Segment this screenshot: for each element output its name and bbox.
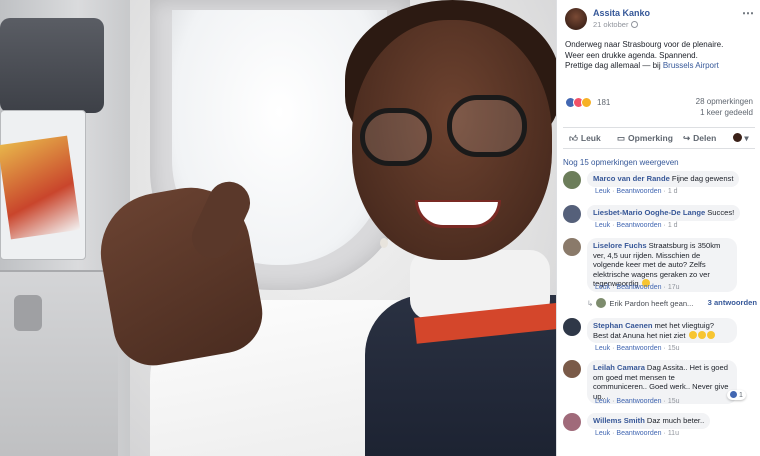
commenter-avatar[interactable] <box>563 171 581 189</box>
comment-time[interactable]: 17u <box>668 284 680 291</box>
like-button-label: Leuk <box>580 133 601 143</box>
commenter-avatar[interactable] <box>563 318 581 336</box>
post-date-text[interactable]: 21 oktober <box>593 20 628 29</box>
comment-bubble: Willems Smith Daz much beter.. <box>587 413 711 429</box>
comments-count[interactable]: 28 opmerkingen <box>696 97 753 106</box>
thumbs-up-icon: 👍︎ <box>569 133 578 143</box>
author-avatar[interactable] <box>565 8 587 30</box>
comment-bubble: Liesbet-Mario Ooghe-De Lange Succes! <box>587 205 741 221</box>
commenter-avatar[interactable] <box>563 360 581 378</box>
like-button[interactable]: 👍︎ Leuk <box>569 133 601 144</box>
comment-time[interactable]: 15u <box>668 398 680 405</box>
post-date[interactable]: 21 oktober <box>593 20 639 29</box>
comment-bubble: Marco van der Rande Fijne dag gewenst <box>587 171 740 187</box>
action-bar: 👍︎ Leuk ▭ Opmerking ↪ Delen ▾ <box>563 127 755 149</box>
laugh-emoji-icon <box>697 330 706 339</box>
comment-meta: Leuk · Beantwoorden · 17u <box>595 284 680 291</box>
view-more-comments-link[interactable]: Nog 15 opmerkingen weergeven <box>563 158 679 167</box>
comment-time[interactable]: 1 d <box>668 188 678 195</box>
comment-text: Daz much beter.. <box>646 416 705 425</box>
user-mini-avatar <box>733 133 742 142</box>
comment-reactions[interactable]: 1 <box>727 390 746 400</box>
post-photo[interactable] <box>0 0 556 456</box>
replier-name[interactable]: Erik Pardon heeft gean... <box>609 299 693 308</box>
comment-time[interactable]: 1 d <box>668 222 678 229</box>
commenter-name[interactable]: Willems Smith <box>593 416 645 425</box>
commenter-avatar[interactable] <box>563 413 581 431</box>
haha-icon <box>581 97 592 108</box>
comment-reply-link[interactable]: Beantwoorden <box>616 222 661 229</box>
comment-like-link[interactable]: Leuk <box>595 430 610 437</box>
replier-avatar <box>596 298 607 308</box>
comment-icon: ▭ <box>617 133 626 143</box>
post-text: Onderweg naar Strasbourg voor de plenair… <box>565 40 755 72</box>
comment-meta: Leuk · Beantwoorden · 15u <box>595 398 680 405</box>
comment-meta: Leuk · Beantwoorden · 1 d <box>595 222 678 229</box>
comment-text: Succes! <box>707 208 735 217</box>
comment-reply-link[interactable]: Beantwoorden <box>616 398 661 405</box>
post-text-line: Weer een drukke agenda. Spannend. <box>565 50 698 60</box>
replies-preview[interactable]: ↳ Erik Pardon heeft gean... 3 antwoorden <box>587 298 757 308</box>
commenter-name[interactable]: Leilah Camara <box>593 363 645 372</box>
laugh-emoji-icon <box>688 330 697 339</box>
commenter-avatar[interactable] <box>563 205 581 223</box>
tray-latch <box>14 295 42 331</box>
comment-button[interactable]: ▭ Opmerking <box>617 133 673 144</box>
share-icon: ↪ <box>683 133 691 143</box>
commenter-name[interactable]: Liselore Fuchs <box>593 241 647 250</box>
comment-like-link[interactable]: Leuk <box>595 222 610 229</box>
commenter-name[interactable]: Liesbet-Mario Ooghe-De Lange <box>593 208 705 217</box>
post-text-line-3: Prettige dag allemaal — bij <box>565 61 663 70</box>
audience-selector[interactable]: ▾ <box>733 133 749 144</box>
share-button[interactable]: ↪ Delen <box>683 133 716 144</box>
comment-reply-link[interactable]: Beantwoorden <box>616 284 661 291</box>
comment-reply-link[interactable]: Beantwoorden <box>616 345 661 352</box>
like-icon <box>730 391 737 398</box>
commenter-avatar[interactable] <box>563 238 581 256</box>
comment-reply-link[interactable]: Beantwoorden <box>616 188 661 195</box>
magazine <box>0 135 81 240</box>
post-panel: Assita Kanko 21 oktober ⋯ Onderweg naar … <box>556 0 760 456</box>
comment-like-link[interactable]: Leuk <box>595 188 610 195</box>
location-link[interactable]: Brussels Airport <box>663 61 719 70</box>
post-header: Assita Kanko 21 oktober ⋯ <box>557 0 760 36</box>
laugh-emoji-icon <box>706 330 715 339</box>
comment-bubble: Stephan Caenen met het vliegtuig? Best da… <box>587 318 737 343</box>
comment-meta: Leuk · Beantwoorden · 15u <box>595 345 680 352</box>
globe-icon <box>631 21 639 28</box>
commenter-name[interactable]: Stephan Caenen <box>593 321 653 330</box>
seat-headrest <box>0 18 104 113</box>
comment-time[interactable]: 11u <box>668 430 679 437</box>
glasses-right-lens <box>447 95 527 157</box>
comment-time[interactable]: 15u <box>668 345 680 352</box>
replies-count[interactable]: 3 antwoorden <box>708 298 757 307</box>
reactions-summary[interactable]: 181 28 opmerkingen 1 keer gedeeld <box>565 97 753 117</box>
post-text-line: Onderweg naar Strasbourg voor de plenair… <box>565 40 724 49</box>
share-button-label: Delen <box>693 133 717 143</box>
commenter-name[interactable]: Marco van der Rande <box>593 174 670 183</box>
reaction-count[interactable]: 181 <box>597 98 610 107</box>
comment-meta: Leuk · Beantwoorden · 11u <box>595 430 679 437</box>
comment-reply-link[interactable]: Beantwoorden <box>616 430 661 437</box>
reply-arrow-icon: ↳ <box>587 299 594 308</box>
comment-like-link[interactable]: Leuk <box>595 284 610 291</box>
shares-count[interactable]: 1 keer gedeeld <box>700 108 753 117</box>
comment-text: Fijne dag gewenst <box>671 174 734 183</box>
comment-button-label: Opmerking <box>628 133 673 143</box>
post-text-line: Prettige dag allemaal — bij Brussels Air… <box>565 61 755 72</box>
comment-meta: Leuk · Beantwoorden · 1 d <box>595 188 678 195</box>
author-name[interactable]: Assita Kanko <box>593 8 650 18</box>
chevron-down-icon: ▾ <box>744 133 749 143</box>
more-options-icon[interactable]: ⋯ <box>742 6 754 20</box>
comment-reaction-count: 1 <box>739 392 743 399</box>
earring <box>380 238 388 248</box>
comment-like-link[interactable]: Leuk <box>595 398 610 405</box>
glasses-left-lens <box>360 108 432 166</box>
comment-like-link[interactable]: Leuk <box>595 345 610 352</box>
